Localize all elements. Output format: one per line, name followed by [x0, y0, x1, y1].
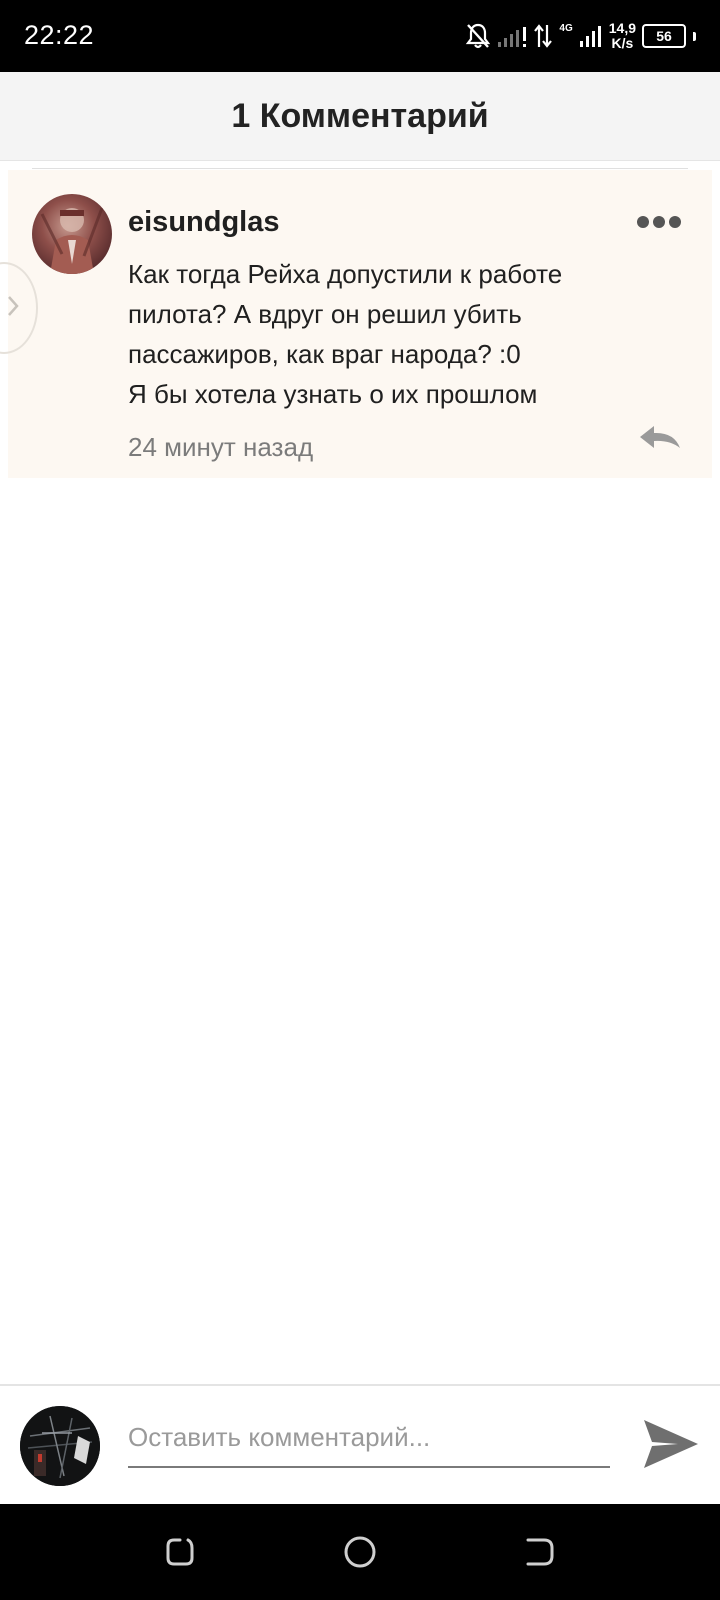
chevron-right-icon[interactable] [6, 294, 20, 318]
battery-icon: 56 [642, 24, 686, 48]
comment-text-line: Я бы хотела узнать о их прошлом [128, 379, 538, 409]
page-title: 1 Комментарий [231, 96, 489, 135]
status-bar: 22:22 4G 14,9 K/s 56 [0, 0, 720, 72]
network-speed-unit: K/s [611, 35, 634, 51]
user-avatar-image [20, 1406, 100, 1486]
send-icon[interactable] [640, 1416, 700, 1472]
battery-level: 56 [656, 28, 672, 44]
battery-nub [693, 31, 696, 41]
status-icons: 4G 14,9 K/s 56 [465, 16, 696, 56]
system-navigation-bar [0, 1504, 720, 1600]
comment-timestamp: 24 минут назад [128, 432, 314, 462]
recent-apps-icon[interactable] [162, 1534, 198, 1570]
network-speed: 14,9 K/s [609, 21, 636, 51]
comment-input[interactable] [128, 1408, 610, 1468]
data-transfer-icon [534, 24, 553, 48]
more-icon[interactable] [636, 214, 682, 230]
back-icon[interactable] [522, 1534, 558, 1570]
avatar-image [40, 207, 104, 274]
home-icon[interactable] [342, 1534, 378, 1570]
avatar[interactable] [32, 194, 112, 274]
comment-text: Как тогда Рейха допустили к работе пилот… [128, 254, 648, 414]
comment-author[interactable]: eisundglas [128, 206, 280, 239]
comments-header: 1 Комментарий [0, 72, 720, 161]
comment-text-line: пассажиров, как враг народа? :0 [128, 339, 521, 369]
signal-weak-icon [498, 27, 527, 47]
signal-icon [579, 26, 601, 47]
comment-text-line: Как тогда Рейха допустили к работе [128, 259, 563, 289]
comment-text-line: пилота? А вдруг он решил убить [128, 299, 522, 329]
comment-composer [0, 1384, 720, 1506]
status-time: 22:22 [24, 20, 95, 50]
reply-icon[interactable] [636, 422, 682, 454]
notifications-off-icon [466, 23, 491, 49]
network-speed-value: 14,9 [608, 20, 636, 36]
comment-item: eisundglas Как тогда Рейха допустили к р… [8, 170, 712, 478]
network-generation: 4G [559, 22, 573, 34]
divider [32, 168, 688, 169]
user-avatar[interactable] [20, 1406, 100, 1486]
